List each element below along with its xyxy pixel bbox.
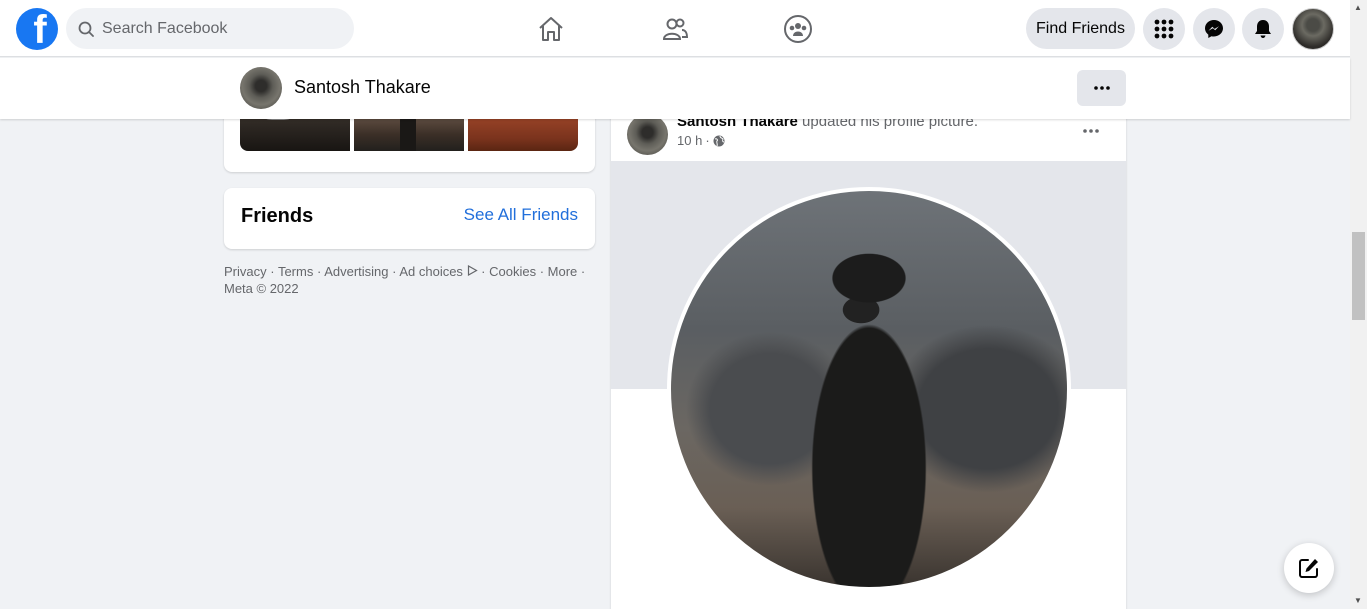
find-friends-button[interactable]: Find Friends: [1026, 8, 1135, 49]
ad-choices-icon: [467, 264, 478, 277]
profile-more-button[interactable]: [1077, 70, 1126, 106]
footer-copyright: Meta © 2022: [224, 281, 299, 296]
scroll-down-arrow[interactable]: ▼: [1354, 596, 1362, 605]
facebook-logo[interactable]: f: [16, 8, 58, 50]
scroll-up-arrow[interactable]: ▲: [1354, 3, 1362, 12]
footer-link-cookies[interactable]: Cookies: [489, 264, 536, 279]
profile-picture-post: Santosh Thakare updated his profile pict…: [611, 100, 1126, 609]
profile-header-avatar[interactable]: [240, 67, 282, 109]
footer-link-advertising[interactable]: Advertising: [324, 264, 388, 279]
footer-links: Privacy · Terms · Advertising · Ad choic…: [224, 264, 586, 296]
friends-card: Friends See All Friends: [224, 188, 595, 249]
footer-link-privacy[interactable]: Privacy: [224, 264, 267, 279]
page-scrollbar[interactable]: ▲ ▼: [1350, 0, 1367, 609]
see-all-friends-link[interactable]: See All Friends: [464, 205, 578, 225]
post-timestamp[interactable]: 10 h: [677, 133, 702, 148]
profile-header-name[interactable]: Santosh Thakare: [294, 77, 431, 98]
messenger-icon[interactable]: [1193, 8, 1235, 50]
compose-icon: [1299, 559, 1318, 578]
menu-grid-icon[interactable]: [1143, 8, 1185, 50]
home-icon[interactable]: [534, 12, 568, 46]
footer-link-more[interactable]: More: [548, 264, 578, 279]
search-box[interactable]: [66, 8, 354, 49]
notifications-icon[interactable]: [1242, 8, 1284, 50]
profile-sticky-header: Santosh Thakare: [0, 58, 1350, 119]
friends-icon[interactable]: [658, 12, 692, 46]
top-navigation: f Find Friends: [0, 0, 1350, 57]
post-options-button[interactable]: [1077, 117, 1105, 145]
account-avatar[interactable]: [1292, 8, 1334, 50]
footer-link-terms[interactable]: Terms: [278, 264, 313, 279]
scrollbar-thumb[interactable]: [1352, 232, 1365, 320]
profile-picture-image[interactable]: [667, 187, 1071, 591]
search-icon: [78, 21, 94, 37]
post-author-avatar[interactable]: [627, 114, 668, 155]
groups-icon[interactable]: [781, 12, 815, 46]
footer-link-ad-choices[interactable]: Ad choices: [399, 264, 478, 279]
post-meta: 10 h ·: [677, 133, 725, 148]
new-message-button[interactable]: [1284, 543, 1334, 593]
friends-title[interactable]: Friends: [241, 205, 313, 228]
search-input[interactable]: [102, 19, 332, 38]
globe-icon: [713, 135, 725, 146]
more-dots-icon: [1093, 86, 1110, 90]
more-dots-icon: [1083, 129, 1099, 133]
